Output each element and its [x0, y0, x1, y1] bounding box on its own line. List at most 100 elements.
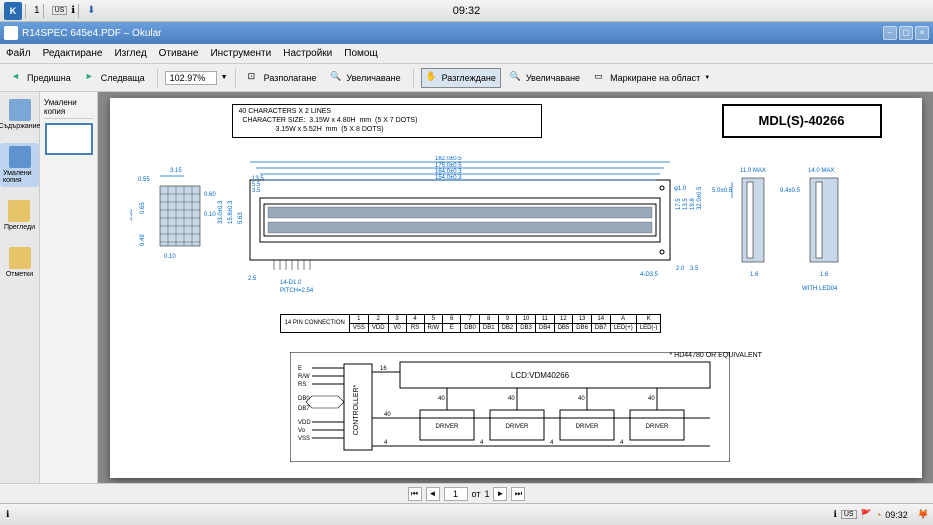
pin-table-label: 14 PIN CONNECTION: [280, 314, 349, 332]
select-button[interactable]: ▭Маркиране на област▼: [589, 68, 715, 88]
page-number-input[interactable]: [444, 487, 468, 501]
svg-text:5.63: 5.63: [238, 211, 244, 223]
svg-text:Vo: Vo: [298, 428, 306, 434]
info-icon[interactable]: ℹ: [71, 5, 75, 16]
sidebar-item-contents[interactable]: Съдържание: [0, 96, 43, 133]
svg-text:4: 4: [384, 440, 388, 446]
keyboard-layout-icon[interactable]: US: [52, 6, 68, 15]
sidebar-item-thumbnails[interactable]: Умалени копия: [0, 143, 39, 187]
kde-menu-icon[interactable]: K: [4, 2, 22, 20]
block-diagram: CONTROLLER* LCD:VDM40266 E R/W RS DB0 DB…: [290, 352, 730, 462]
fit-label: Разполагане: [264, 73, 317, 83]
menu-file[interactable]: Файл: [6, 48, 31, 59]
svg-text:0.65: 0.65: [140, 201, 146, 213]
svg-text:VSS: VSS: [298, 436, 310, 442]
zoomout-label: Увеличаване: [526, 73, 580, 83]
svg-text:E: E: [298, 366, 302, 372]
svg-text:1.6: 1.6: [750, 272, 759, 278]
zoom-in-icon: 🔍: [330, 71, 344, 85]
svg-text:5.50: 5.50: [130, 208, 134, 220]
zoom-in-button[interactable]: 🔍Увеличаване: [325, 68, 405, 88]
doc-header-line: 3.15W x 5.52H mm (5 X 8 DOTS): [239, 125, 535, 134]
close-button[interactable]: ×: [915, 26, 929, 40]
menu-settings[interactable]: Настройки: [283, 48, 332, 59]
menu-view[interactable]: Изглед: [114, 48, 146, 59]
svg-text:14-D1.0: 14-D1.0: [280, 280, 302, 286]
svg-text:13.5: 13.5: [683, 197, 689, 209]
first-page-button[interactable]: ⏮: [408, 487, 422, 501]
prev-page-nav-button[interactable]: ◄: [426, 487, 440, 501]
tray-info-icon[interactable]: ℹ: [833, 509, 836, 520]
next-label: Следваща: [101, 73, 145, 83]
svg-text:2.0: 2.0: [676, 266, 685, 272]
document-viewer[interactable]: 40 CHARACTERS X 2 LINES CHARACTER SIZE: …: [98, 92, 933, 483]
tray-flag-icon[interactable]: 🚩: [861, 509, 872, 520]
svg-text:DRIVER: DRIVER: [435, 424, 458, 430]
zoom-tool-button[interactable]: 🔍Увеличаване: [505, 68, 585, 88]
window-title: R14SPEC 645e4.PDF – Okular: [22, 28, 162, 39]
bookmarks-icon: [9, 247, 31, 269]
svg-text:LCD:VDM40266: LCD:VDM40266: [510, 371, 569, 380]
page-thumbnail[interactable]: [45, 123, 93, 155]
svg-text:40: 40: [648, 396, 655, 402]
svg-text:0.55: 0.55: [138, 177, 150, 183]
show-desktop-icon[interactable]: ℹ: [6, 509, 9, 520]
svg-text:19.8: 19.8: [690, 197, 696, 209]
svg-text:5.5: 5.5: [252, 182, 261, 188]
svg-text:CONTROLLER*: CONTROLLER*: [353, 384, 360, 435]
svg-text:33.0±0.3: 33.0±0.3: [218, 200, 224, 224]
top-panel: K 1 US ℹ ⬇ 09:32: [0, 0, 933, 22]
overview-label: Разглеждане: [442, 73, 496, 83]
panel-separator: [43, 4, 49, 18]
svg-text:3.15: 3.15: [170, 168, 182, 174]
menu-tools[interactable]: Инструменти: [210, 48, 271, 59]
menu-edit[interactable]: Редактиране: [43, 48, 103, 59]
svg-text:0.60: 0.60: [204, 192, 216, 198]
mechanical-drawing: 3.15 0.55 5.50 0.60 0.65 0.49 0.10 0.10: [130, 156, 902, 306]
svg-text:4: 4: [620, 440, 624, 446]
doc-header-line: CHARACTER SIZE: 3.15W x 4.80H mm (5 X 7 …: [239, 116, 535, 125]
svg-text:13.5: 13.5: [252, 176, 264, 182]
sidebar-item-bookmarks[interactable]: Отметки: [3, 244, 36, 281]
svg-text:0.10: 0.10: [164, 254, 176, 260]
next-page-button[interactable]: ►Следваща: [80, 68, 150, 88]
panel-separator: [78, 4, 84, 18]
minimize-button[interactable]: –: [883, 26, 897, 40]
toolbar-separator: [235, 68, 236, 88]
svg-text:DRIVER: DRIVER: [505, 424, 528, 430]
sidebar: Съдържание Умалени копия Прегледи Отметк…: [0, 92, 40, 483]
next-page-nav-button[interactable]: ►: [493, 487, 507, 501]
taskbar-clock: 09:32: [885, 510, 908, 520]
svg-text:DB7: DB7: [298, 406, 310, 412]
zoom-input[interactable]: [165, 71, 217, 85]
model-number-box: MDL(S)-40266: [722, 104, 882, 138]
svg-text:2.5: 2.5: [248, 276, 257, 282]
pin-connection-table: 14 PIN CONNECTION 1234567891011121314AK …: [280, 314, 662, 333]
thumbnail-panel: Умалени копия: [40, 92, 98, 483]
menu-go[interactable]: Отиване: [159, 48, 199, 59]
sidebar-item-reviews[interactable]: Прегледи: [1, 197, 38, 234]
hand-icon: ✋: [426, 71, 440, 85]
sidebar-label: Отметки: [6, 271, 33, 278]
pdf-page: 40 CHARACTERS X 2 LINES CHARACTER SIZE: …: [110, 98, 922, 478]
tray-firefox-icon[interactable]: 🦊: [918, 509, 929, 520]
kget-icon[interactable]: ⬇: [87, 5, 95, 16]
svg-text:DRIVER: DRIVER: [645, 424, 668, 430]
menu-help[interactable]: Помощ: [344, 48, 377, 59]
fit-button[interactable]: ⊡Разполагане: [243, 68, 322, 88]
maximize-button[interactable]: ▢: [899, 26, 913, 40]
svg-text:182.0±0.5: 182.0±0.5: [435, 156, 462, 162]
tray-keyboard-icon[interactable]: US: [841, 510, 857, 519]
toolbar-separator: [413, 68, 414, 88]
last-page-button[interactable]: ⏭: [511, 487, 525, 501]
prev-page-button[interactable]: ◄Предишна: [6, 68, 76, 88]
tray-app-icon[interactable]: ◔: [876, 510, 881, 520]
svg-text:154.0±0.3: 154.0±0.3: [435, 175, 462, 181]
svg-text:40: 40: [438, 396, 445, 402]
zoom-dropdown-icon[interactable]: ▼: [221, 74, 228, 81]
fit-icon: ⊡: [248, 71, 262, 85]
panel-separator: [25, 4, 31, 18]
dropdown-icon[interactable]: ▼: [704, 75, 710, 81]
arrow-left-icon: ◄: [11, 71, 25, 85]
browse-button[interactable]: ✋Разглеждане: [421, 68, 501, 88]
